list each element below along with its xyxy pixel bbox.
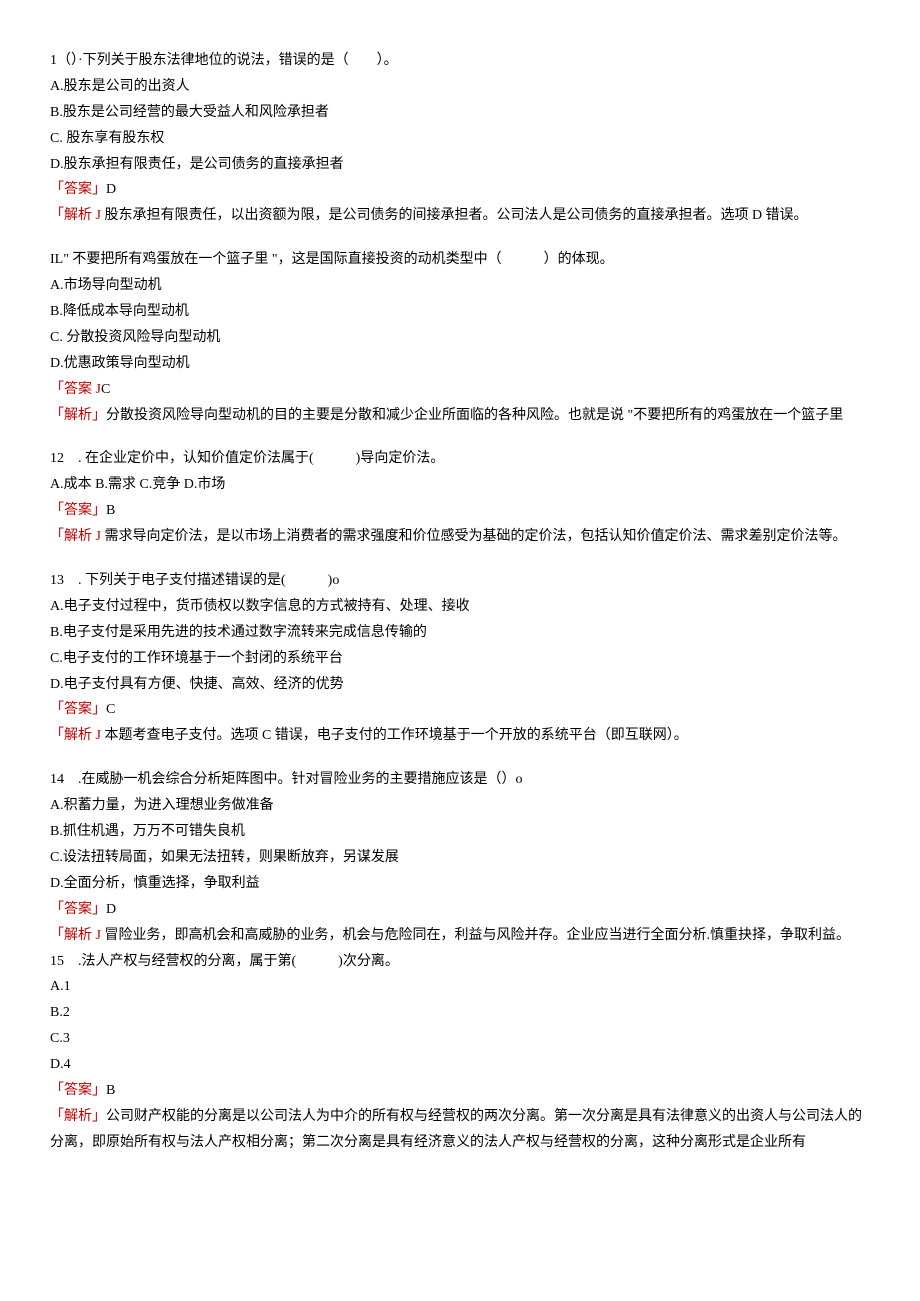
question-4: 13 . 下列关于电子支付描述错误的是( )o A.电子支付过程中，货币债权以数…: [50, 568, 870, 749]
q3-stem: 12 . 在企业定价中，认知价值定价法属于( )导向定价法。: [50, 446, 870, 472]
question-1: 1（）·下列关于股东法律地位的说法，错误的是（ ）。 A.股东是公司的出资人 B…: [50, 48, 870, 229]
q3-analysis: 「解析 J 需求导向定价法，是以市场上消费者的需求强度和价位感受为基础的定价法，…: [50, 524, 870, 550]
q1-option-c: C. 股东享有股东权: [50, 126, 870, 152]
q6-analysis-label: 「解析」: [50, 1109, 106, 1124]
q2-option-d: D.优惠政策导向型动机: [50, 351, 870, 377]
q3-answer-label: 「答案」: [50, 503, 106, 518]
q6-answer-value: B: [106, 1083, 115, 1098]
q2-stem: IL" 不要把所有鸡蛋放在一个篮子里 "，这是国际直接投资的动机类型中（ ）的体…: [50, 247, 870, 273]
q2-analysis: 「解析」分散投资风险导向型动机的目的主要是分散和减少企业所面临的各种风险。也就是…: [50, 403, 870, 429]
q1-analysis: 「解析 J 股东承担有限责任，以出资额为限，是公司债务的间接承担者。公司法人是公…: [50, 203, 870, 229]
q2-answer-label: 「答案 J: [50, 382, 101, 397]
q4-analysis: 「解析 J 本题考查电子支付。选项 C 错误，电子支付的工作环境基于一个开放的系…: [50, 723, 870, 749]
q4-answer: 「答案」C: [50, 697, 870, 723]
question-6: 15 .法人产权与经营权的分离，属于第( )次分离。 A.1 B.2 C.3 D…: [50, 949, 870, 1156]
q1-answer-value: D: [106, 182, 116, 197]
question-2: IL" 不要把所有鸡蛋放在一个篮子里 "，这是国际直接投资的动机类型中（ ）的体…: [50, 247, 870, 428]
q5-analysis-label: 「解析 J: [50, 928, 101, 943]
q1-option-a: A.股东是公司的出资人: [50, 74, 870, 100]
q3-analysis-text: 需求导向定价法，是以市场上消费者的需求强度和价位感受为基础的定价法，包括认知价值…: [101, 529, 847, 544]
q2-answer: 「答案 JC: [50, 377, 870, 403]
q1-option-d: D.股东承担有限责任，是公司债务的直接承担者: [50, 152, 870, 178]
q5-option-c: C.设法扭转局面，如果无法扭转，则果断放弃，另谋发展: [50, 845, 870, 871]
q4-analysis-label: 「解析 J: [50, 728, 101, 743]
q3-answer: 「答案」B: [50, 498, 870, 524]
q3-analysis-label: 「解析 J: [50, 529, 101, 544]
q6-option-d: D.4: [50, 1052, 870, 1078]
q6-option-a: A.1: [50, 974, 870, 1000]
q5-option-a: A.积蓄力量，为进入理想业务做准备: [50, 793, 870, 819]
q2-option-b: B.降低成本导向型动机: [50, 299, 870, 325]
q4-answer-label: 「答案」: [50, 702, 106, 717]
q3-answer-value: B: [106, 503, 115, 518]
q6-option-b: B.2: [50, 1000, 870, 1026]
question-5: 14 .在威胁一机会综合分析矩阵图中。针对冒险业务的主要措施应该是（）o A.积…: [50, 767, 870, 948]
q3-options: A.成本 B.需求 C.竞争 D.市场: [50, 472, 870, 498]
q4-option-b: B.电子支付是采用先进的技术通过数字流转来完成信息传输的: [50, 620, 870, 646]
q5-stem: 14 .在威胁一机会综合分析矩阵图中。针对冒险业务的主要措施应该是（）o: [50, 767, 870, 793]
q2-answer-value: C: [101, 382, 110, 397]
q4-analysis-text: 本题考查电子支付。选项 C 错误，电子支付的工作环境基于一个开放的系统平台（即互…: [101, 728, 688, 743]
q1-option-b: B.股东是公司经营的最大受益人和风险承担者: [50, 100, 870, 126]
q6-analysis-text: 公司财产权能的分离是以公司法人为中介的所有权与经营权的两次分离。第一次分离是具有…: [50, 1109, 862, 1150]
q6-option-c: C.3: [50, 1026, 870, 1052]
q2-option-c: C. 分散投资风险导向型动机: [50, 325, 870, 351]
q1-answer: 「答案」D: [50, 177, 870, 203]
q1-analysis-text: 股东承担有限责任，以出资额为限，是公司债务的间接承担者。公司法人是公司债务的直接…: [101, 208, 808, 223]
q1-analysis-label: 「解析 J: [50, 208, 101, 223]
q5-answer-label: 「答案」: [50, 902, 106, 917]
q5-answer-value: D: [106, 902, 116, 917]
q4-answer-value: C: [106, 702, 115, 717]
q2-option-a: A.市场导向型动机: [50, 273, 870, 299]
q6-stem: 15 .法人产权与经营权的分离，属于第( )次分离。: [50, 949, 870, 975]
q6-analysis: 「解析」公司财产权能的分离是以公司法人为中介的所有权与经营权的两次分离。第一次分…: [50, 1104, 870, 1156]
q2-analysis-label: 「解析」: [50, 408, 106, 423]
q1-stem: 1（）·下列关于股东法律地位的说法，错误的是（ ）。: [50, 48, 870, 74]
q1-answer-label: 「答案」: [50, 182, 106, 197]
q5-option-b: B.抓住机遇，万万不可错失良机: [50, 819, 870, 845]
q4-stem: 13 . 下列关于电子支付描述错误的是( )o: [50, 568, 870, 594]
q5-option-d: D.全面分析，慎重选择，争取利益: [50, 871, 870, 897]
q4-option-d: D.电子支付具有方便、快捷、高效、经济的优势: [50, 672, 870, 698]
q5-answer: 「答案」D: [50, 897, 870, 923]
q6-answer-label: 「答案」: [50, 1083, 106, 1098]
q4-option-c: C.电子支付的工作环境基于一个封闭的系统平台: [50, 646, 870, 672]
q5-analysis-text: 冒险业务，即高机会和高威胁的业务，机会与危险同在，利益与风险并存。企业应当进行全…: [101, 928, 850, 943]
question-3: 12 . 在企业定价中，认知价值定价法属于( )导向定价法。 A.成本 B.需求…: [50, 446, 870, 550]
q4-option-a: A.电子支付过程中，货币债权以数字信息的方式被持有、处理、接收: [50, 594, 870, 620]
q2-analysis-text: 分散投资风险导向型动机的目的主要是分散和减少企业所面临的各种风险。也就是说 "不…: [106, 408, 843, 423]
q6-answer: 「答案」B: [50, 1078, 870, 1104]
q5-analysis: 「解析 J 冒险业务，即高机会和高威胁的业务，机会与危险同在，利益与风险并存。企…: [50, 923, 870, 949]
